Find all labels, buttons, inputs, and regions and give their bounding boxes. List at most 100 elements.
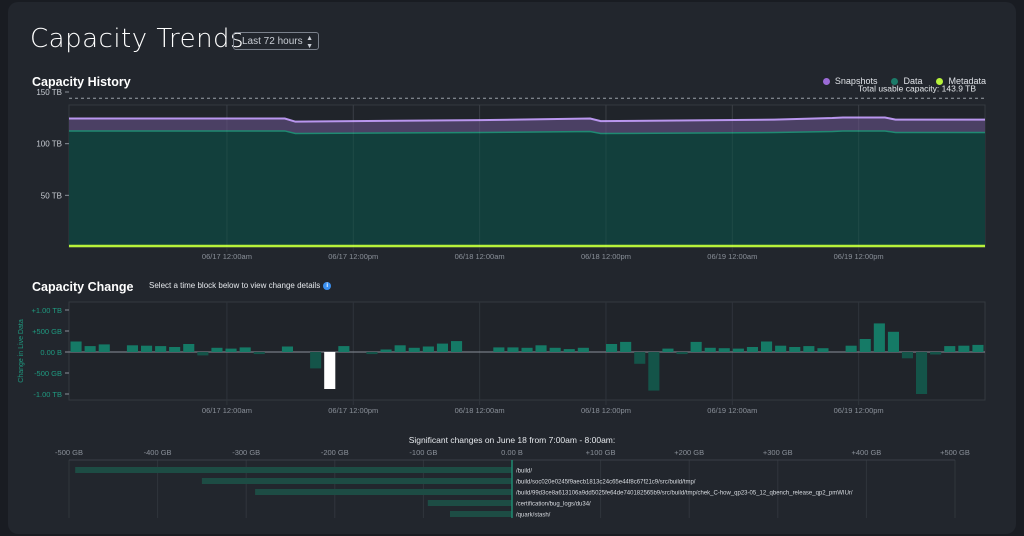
change-y-tick: 0.00 B bbox=[40, 348, 62, 357]
detail-bar bbox=[450, 511, 512, 517]
history-x-tick: 06/18 12:00am bbox=[455, 252, 505, 261]
change-bar[interactable] bbox=[126, 345, 138, 352]
change-bar[interactable] bbox=[606, 344, 618, 352]
detail-bar bbox=[201, 478, 512, 484]
change-bar[interactable] bbox=[70, 341, 82, 353]
change-bar[interactable] bbox=[169, 347, 181, 352]
change-bar[interactable] bbox=[225, 348, 237, 352]
change-bar[interactable] bbox=[98, 344, 110, 352]
change-bar[interactable] bbox=[563, 349, 575, 352]
change-bar[interactable] bbox=[338, 346, 350, 352]
history-y-tick: 50 TB bbox=[41, 191, 62, 200]
change-y-tick: +500 GB bbox=[32, 327, 62, 336]
change-bar[interactable] bbox=[239, 347, 251, 352]
history-x-tick: 06/17 12:00am bbox=[202, 252, 252, 261]
info-icon[interactable]: i bbox=[323, 282, 332, 290]
history-x-tick: 06/19 12:00am bbox=[707, 252, 757, 261]
change-bar[interactable] bbox=[197, 352, 209, 356]
change-bar[interactable] bbox=[789, 347, 801, 352]
change-bar[interactable] bbox=[662, 348, 674, 352]
detail-bar bbox=[75, 467, 512, 473]
detail-x-tick: 0.00 B bbox=[501, 448, 523, 457]
change-bar[interactable] bbox=[803, 346, 815, 352]
change-bar[interactable] bbox=[746, 347, 758, 352]
detail-path-label: /build/99d3ce8a613106a9dd5025fe64de74018… bbox=[516, 491, 853, 497]
change-x-tick: 06/18 12:00am bbox=[455, 406, 505, 415]
detail-x-tick: +500 GB bbox=[940, 448, 970, 457]
change-bar[interactable] bbox=[761, 341, 773, 353]
capacity-trends-card: Capacity Trends Last 72 hours ▲ ▼ Capacit… bbox=[8, 2, 1016, 534]
change-bar[interactable] bbox=[211, 347, 223, 352]
change-bar[interactable] bbox=[422, 346, 434, 353]
change-bar[interactable] bbox=[549, 347, 561, 352]
detail-x-tick: +200 GB bbox=[674, 448, 704, 457]
detail-x-tick: +300 GB bbox=[763, 448, 793, 457]
detail-x-tick: -200 GB bbox=[321, 448, 349, 457]
change-x-tick: 06/18 12:00pm bbox=[581, 406, 631, 415]
change-bar[interactable] bbox=[676, 352, 688, 355]
capacity-history-chart: 06/17 12:00am 06/17 12:00pm 06/18 12:00am 0… bbox=[36, 83, 986, 261]
change-x-tick: 06/17 12:00pm bbox=[328, 406, 378, 415]
detail-path-label: /build/ bbox=[516, 469, 532, 475]
change-bar[interactable] bbox=[394, 345, 406, 352]
change-bar[interactable] bbox=[859, 339, 871, 352]
capacity-change-chart[interactable]: 06/17 12:00am 06/17 12:00pm 06/18 12:00am 0… bbox=[18, 301, 986, 415]
detail-path-label: /certification/bug_logs/du34/ bbox=[516, 502, 591, 508]
change-y-axis-label: Change in Live Data bbox=[18, 319, 25, 383]
detail-title: Significant changes on June 18 from 7:00… bbox=[408, 435, 616, 445]
change-x-tick: 06/17 12:00am bbox=[202, 406, 252, 415]
change-bar[interactable] bbox=[451, 341, 463, 352]
change-bar[interactable] bbox=[155, 346, 167, 352]
change-bar[interactable] bbox=[620, 341, 632, 352]
detail-bar bbox=[427, 500, 512, 506]
change-details-chart: -500 GB -400 GB -300 GB -200 GB -100 GB 0.00 … bbox=[55, 448, 970, 519]
change-bar[interactable] bbox=[916, 352, 928, 394]
detail-path-label: /quark/stash/ bbox=[516, 513, 551, 519]
change-bar[interactable] bbox=[380, 349, 392, 353]
change-bar[interactable] bbox=[408, 347, 420, 352]
change-bar[interactable] bbox=[84, 346, 96, 352]
change-bar[interactable] bbox=[972, 344, 984, 352]
change-bar[interactable] bbox=[253, 352, 265, 355]
change-bar[interactable] bbox=[704, 347, 716, 352]
change-bar[interactable] bbox=[845, 345, 857, 352]
change-bar[interactable] bbox=[366, 352, 378, 355]
detail-x-tick: +400 GB bbox=[851, 448, 881, 457]
change-bar[interactable] bbox=[493, 347, 505, 352]
change-y-tick: +1.00 TB bbox=[31, 306, 62, 315]
change-bar[interactable] bbox=[183, 344, 195, 352]
change-bar[interactable] bbox=[690, 341, 702, 352]
change-bar[interactable] bbox=[944, 346, 956, 352]
change-bar[interactable] bbox=[732, 348, 744, 352]
history-x-tick: 06/19 12:00pm bbox=[834, 252, 884, 261]
detail-x-tick: -400 GB bbox=[144, 448, 172, 457]
change-bar[interactable] bbox=[958, 345, 970, 352]
change-bar[interactable] bbox=[718, 348, 730, 352]
change-y-tick: -1.00 TB bbox=[33, 390, 62, 399]
change-bar[interactable] bbox=[521, 347, 533, 352]
change-bar[interactable] bbox=[535, 345, 547, 352]
change-bar[interactable] bbox=[648, 352, 660, 391]
change-x-tick: 06/19 12:00pm bbox=[834, 406, 884, 415]
detail-x-tick: +100 GB bbox=[586, 448, 616, 457]
history-y-tick: 100 TB bbox=[36, 140, 62, 149]
data-area bbox=[69, 130, 985, 247]
charts-svg: 06/17 12:00am 06/17 12:00pm 06/18 12:00am 0… bbox=[18, 83, 986, 519]
change-bar[interactable] bbox=[901, 352, 913, 359]
change-bar[interactable] bbox=[634, 352, 646, 364]
change-bar[interactable] bbox=[817, 348, 829, 352]
change-bar[interactable] bbox=[310, 352, 322, 369]
capacity-change-title: Capacity Change bbox=[32, 280, 134, 294]
change-bar[interactable] bbox=[873, 323, 885, 352]
change-bar-selected[interactable] bbox=[324, 352, 336, 389]
change-bar[interactable] bbox=[775, 345, 787, 352]
change-bar[interactable] bbox=[930, 352, 942, 355]
change-bar[interactable] bbox=[507, 347, 519, 352]
change-hint-text: Select a time block below to view change… bbox=[149, 281, 321, 290]
change-bar[interactable] bbox=[436, 343, 448, 352]
history-y-tick: 150 TB bbox=[36, 88, 62, 97]
change-bar[interactable] bbox=[887, 331, 899, 352]
change-bar[interactable] bbox=[141, 345, 153, 352]
change-bar[interactable] bbox=[281, 346, 293, 353]
change-bar[interactable] bbox=[577, 347, 589, 352]
